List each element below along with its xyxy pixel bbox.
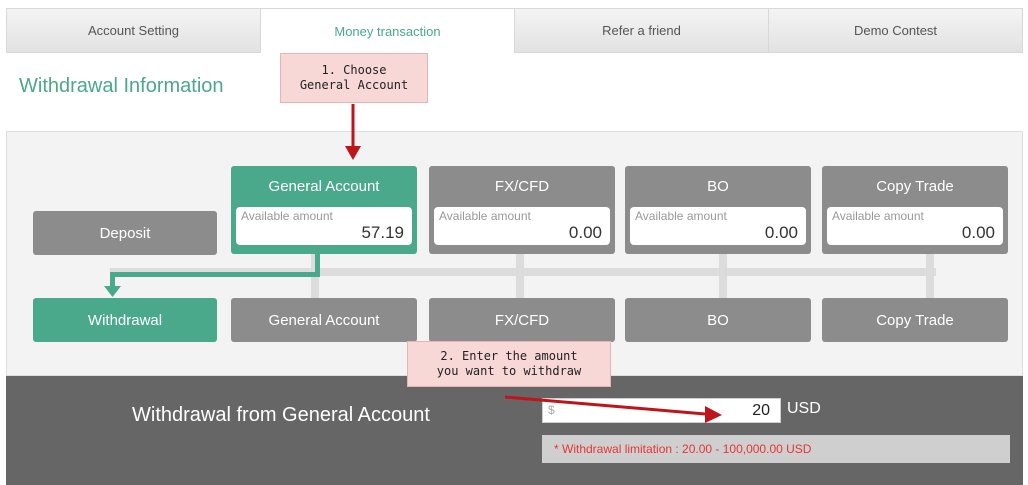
available-amount-label: Available amount: [241, 209, 333, 223]
target-bo-button[interactable]: BO: [625, 298, 811, 342]
available-amount-value: 57.19: [361, 223, 404, 242]
currency-label: USD: [787, 400, 821, 417]
currency-prefix: $: [548, 403, 555, 417]
connector-line: [719, 254, 727, 299]
available-amount-label: Available amount: [635, 209, 727, 223]
green-arrowhead: [104, 286, 121, 297]
account-name: General Account: [268, 177, 380, 195]
tab-account-setting[interactable]: Account Setting: [6, 8, 261, 53]
active-path-line: [110, 272, 320, 277]
available-amount-label: Available amount: [832, 209, 924, 223]
account-name: FX/CFD: [494, 177, 550, 195]
available-amount-label: Available amount: [439, 209, 531, 223]
connector-line: [516, 254, 524, 299]
target-general-account-button[interactable]: General Account: [231, 298, 417, 342]
step1-callout: 1. Choose General Account: [280, 53, 428, 103]
withdraw-title: Withdrawal from General Account: [132, 404, 430, 426]
available-amount-value: 0.00: [568, 223, 602, 242]
deposit-button[interactable]: Deposit: [33, 211, 217, 255]
available-amount-box: Available amount 0.00: [827, 207, 1003, 245]
available-amount-box: Available amount 0.00: [630, 207, 806, 245]
withdraw-limitation-note: * Withdrawal limitation : 20.00 - 100,00…: [542, 435, 1010, 463]
amount-input[interactable]: $ 20: [542, 398, 781, 423]
step1-line1: 1. Choose: [321, 63, 387, 77]
account-card-fxcfd[interactable]: FX/CFD Available amount 0.00: [429, 166, 615, 254]
step1-line2: General Account: [299, 78, 409, 92]
account-name: BO: [707, 177, 729, 195]
tab-demo-contest[interactable]: Demo Contest: [769, 8, 1023, 53]
page-title: Withdrawal Information: [19, 75, 224, 97]
tab-money-transaction[interactable]: Money transaction: [261, 8, 515, 53]
connector-line: [926, 254, 934, 299]
available-amount-value: 0.00: [961, 223, 995, 242]
step2-line2: you want to withdraw: [436, 364, 582, 378]
account-card-copy-trade[interactable]: Copy Trade Available amount 0.00: [822, 166, 1008, 254]
withdrawal-button[interactable]: Withdrawal: [33, 298, 217, 342]
available-amount-value: 0.00: [764, 223, 798, 242]
account-card-bo[interactable]: BO Available amount 0.00: [625, 166, 811, 254]
tab-refer-a-friend[interactable]: Refer a friend: [515, 8, 769, 53]
step2-line1: 2. Enter the amount: [440, 349, 578, 363]
account-name: Copy Trade: [876, 177, 954, 195]
target-fxcfd-button[interactable]: FX/CFD: [429, 298, 615, 342]
target-copy-trade-button[interactable]: Copy Trade: [822, 298, 1008, 342]
available-amount-box: Available amount 0.00: [434, 207, 610, 245]
amount-value: 20: [752, 402, 770, 419]
step2-callout: 2. Enter the amount you want to withdraw: [407, 341, 611, 387]
withdraw-section: [6, 376, 1023, 485]
available-amount-box: Available amount 57.19: [236, 207, 412, 245]
account-card-general[interactable]: General Account Available amount 57.19: [231, 166, 417, 254]
top-tabs: Account Setting Money transaction Refer …: [6, 8, 1023, 53]
